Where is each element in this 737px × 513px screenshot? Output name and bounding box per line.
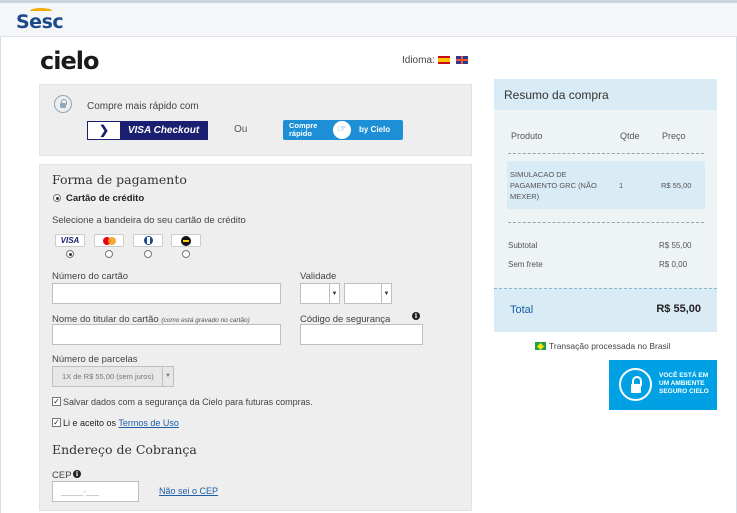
by-cielo-label: by Cielo [359, 125, 391, 134]
mastercard-brand-icon[interactable] [94, 234, 124, 247]
terms-checkbox[interactable]: ✓ [52, 418, 61, 427]
elo-radio[interactable] [182, 250, 190, 258]
payment-title: Forma de pagamento [52, 172, 187, 187]
or-label: Ou [234, 124, 248, 135]
item-name: SIMULACAO DE PAGAMENTO GRC (NÃO MEXER) [510, 170, 597, 201]
transaction-text: Transação processada no Brasil [549, 341, 671, 351]
summary-header: Resumo da compra [494, 79, 717, 110]
language-label: Idioma: [402, 55, 435, 66]
visa-radio[interactable] [66, 250, 74, 258]
compre-rapido-button[interactable]: Compre rápido ☞ by Cielo [283, 120, 403, 140]
elo-brand-icon[interactable] [171, 234, 201, 247]
validity-label: Validade [300, 271, 337, 282]
visa-checkout-button[interactable]: ❯ VISA Checkout [87, 121, 208, 140]
mastercard-orange-circle [108, 237, 116, 245]
security-code-input[interactable] [300, 324, 423, 345]
cep-input[interactable]: _____-___ [52, 481, 139, 502]
validity-year-select[interactable]: ▼ [344, 283, 392, 304]
visa-checkout-label: VISA Checkout [120, 122, 207, 139]
installments-label: Número de parcelas [52, 354, 138, 365]
chevron-down-icon: ▼ [162, 367, 173, 386]
quick-checkout-panel: Compre mais rápido com ❯ VISA Checkout O… [39, 84, 472, 156]
terms-link[interactable]: Termos de Uso [118, 418, 179, 428]
shipping-label: Sem frete [508, 260, 543, 269]
cep-placeholder: _____-___ [61, 487, 100, 496]
divider [508, 222, 704, 223]
billing-title: Endereço de Cobrança [52, 442, 197, 457]
cep-label: CEP [52, 470, 72, 481]
secure-line-1: VOCÊ ESTÁ EM [659, 372, 709, 379]
price-column-header: Preço [662, 131, 686, 141]
card-number-input[interactable] [52, 283, 281, 304]
cielo-logo: cielo [40, 47, 99, 75]
shipping-value: R$ 0,00 [659, 260, 688, 269]
validity-month-select[interactable]: ▼ [300, 283, 340, 304]
subtotal-label: Subtotal [508, 241, 538, 250]
installments-select[interactable]: 1X de R$ 55,00 (sem juros) ▼ [52, 366, 174, 387]
holder-name-note: (como está gravado no cartão) [161, 317, 250, 324]
secure-line-3: SEGURO CIELO [659, 388, 709, 395]
compre-rapido-label: Compre rápido [289, 121, 318, 138]
info-icon[interactable]: i [73, 470, 81, 478]
installments-value: 1X de R$ 55,00 (sem juros) [62, 372, 154, 381]
chevron-down-icon: ▼ [381, 284, 391, 303]
mastercard-radio[interactable] [105, 250, 113, 258]
top-bar: Sesc [0, 0, 737, 37]
secure-environment-badge: VOCÊ ESTÁ EM UM AMBIENTE SEGURO CIELO [609, 360, 717, 410]
cep-unknown-link[interactable]: Não sei o CEP [159, 486, 218, 496]
transaction-note: Transação processada no Brasil [535, 341, 671, 351]
total-label: Total [510, 304, 534, 316]
cielo-logo-text: cielo [40, 47, 99, 75]
payment-panel: Forma de pagamento Cartão de crédito Sel… [39, 164, 472, 511]
lock-icon [54, 95, 72, 113]
total-value: R$ 55,00 [656, 303, 701, 315]
lock-icon [619, 368, 652, 401]
holder-name-input[interactable] [52, 324, 281, 345]
diners-brand-icon[interactable] [133, 234, 163, 247]
credit-card-label: Cartão de crédito [66, 193, 145, 204]
chevron-down-icon: ▼ [329, 284, 339, 303]
item-qty: 1 [619, 181, 624, 190]
product-column-header: Produto [511, 131, 543, 141]
spanish-flag-icon[interactable] [438, 56, 450, 64]
elo-logo [181, 236, 191, 246]
hand-icon: ☞ [333, 121, 351, 139]
secure-text: VOCÊ ESTÁ EM UM AMBIENTE SEGURO CIELO [659, 372, 709, 396]
english-flag-icon[interactable] [456, 56, 468, 64]
quick-checkout-text: Compre mais rápido com [87, 101, 199, 112]
divider [508, 153, 704, 154]
select-brand-label: Selecione a bandeira do seu cartão de cr… [52, 215, 246, 226]
diners-radio[interactable] [144, 250, 152, 258]
visa-brand-icon[interactable]: VISA [55, 234, 85, 247]
qty-column-header: Qtde [620, 131, 640, 141]
credit-card-radio[interactable] [53, 194, 61, 202]
save-data-checkbox[interactable]: ✓ [52, 397, 61, 406]
secure-line-2: UM AMBIENTE [659, 380, 705, 387]
terms-prefix: Li e aceito os [63, 418, 117, 428]
table-row: SIMULACAO DE PAGAMENTO GRC (NÃO MEXER) 1… [507, 161, 705, 209]
total-bar: Total R$ 55,00 [494, 288, 717, 332]
card-number-label: Número do cartão [52, 271, 129, 282]
order-summary: Resumo da compra Produto Qtde Preço SIMU… [494, 79, 717, 332]
save-data-label: Salvar dados com a segurança da Cielo pa… [63, 397, 313, 407]
summary-title: Resumo da compra [504, 88, 609, 102]
info-icon[interactable]: i [412, 312, 420, 320]
subtotal-value: R$ 55,00 [659, 241, 692, 250]
diners-logo [144, 236, 153, 245]
terms-label: Li e aceito os Termos de Uso [63, 418, 179, 428]
item-price: R$ 55,00 [661, 181, 692, 190]
chevron-right-icon: ❯ [88, 122, 120, 139]
sesc-logo: Sesc [16, 11, 64, 33]
